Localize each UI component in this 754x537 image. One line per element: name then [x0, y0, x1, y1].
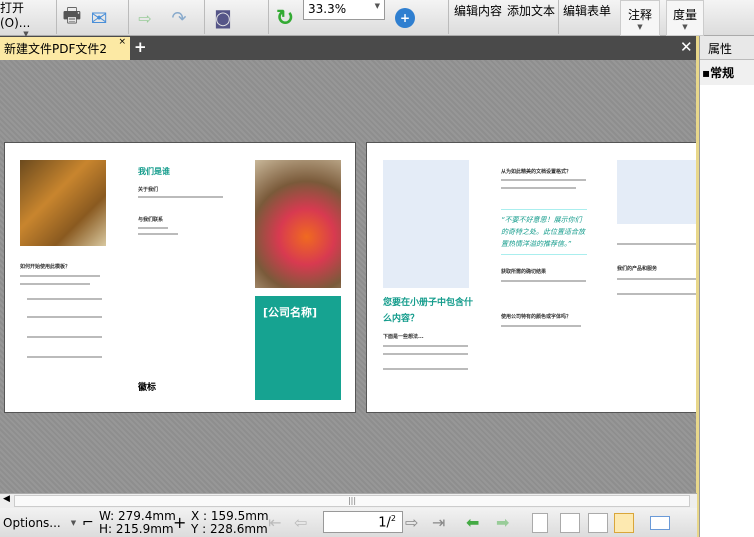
tab-document[interactable]: 新建文件PDF文件2 × [0, 37, 130, 60]
section-general[interactable]: ▪常规 [700, 60, 754, 85]
facing-icon[interactable] [588, 513, 608, 533]
testimonial-quote: “不要不好意思！展示你们的奇特之处。此位置适合放置热情洋溢的推荐信。” [501, 209, 587, 255]
rotate-icon[interactable]: ↻ [272, 0, 298, 36]
add-text-button[interactable]: 添加文本 [507, 0, 555, 20]
chevron-down-icon: ▼ [374, 2, 380, 10]
back-view-icon[interactable]: ⬅ [466, 513, 488, 532]
page-current: 1 [378, 515, 387, 531]
export-icon[interactable]: ⇨ [134, 0, 156, 36]
email-icon[interactable]: ✉ [86, 0, 112, 36]
horizontal-scrollbar[interactable]: ◀ ||| [0, 493, 697, 508]
new-tab-icon[interactable]: + [134, 38, 147, 56]
colors-heading: 使用公司特有的颜色或字体吗？ [501, 314, 572, 320]
how-heading: 如何开始使用此模板？ [20, 264, 71, 270]
open-button[interactable]: 打开(O)... ▼ [0, 0, 52, 38]
tab-bar: 新建文件PDF文件2 × + ✕ [0, 36, 700, 60]
open-label: 打开(O)... [0, 0, 31, 30]
pdf-page-2: 您要在小册子中包含什么内容？ 下面是一些想法... 从为如此精美的文档设置格式？… [366, 142, 697, 413]
ideas-heading: 下面是一些想法... [383, 334, 424, 340]
forward-view-icon[interactable]: ➡ [496, 513, 518, 532]
document-view[interactable]: 如何开始使用此模板？ 我们是谁 关于我们 与我们联系 徽标 [公司名称] 您要在… [0, 60, 697, 493]
single-page-icon[interactable] [532, 513, 548, 533]
chevron-down-icon: ▼ [637, 22, 643, 31]
company-block: [公司名称] [255, 296, 341, 400]
snapshot-icon[interactable]: ◙ [210, 0, 236, 36]
about-heading: 关于我们 [138, 187, 159, 193]
chevron-down-icon: ▼ [70, 518, 77, 527]
edit-content-button[interactable]: 编辑内容 [454, 0, 502, 20]
chevron-down-icon: ▼ [682, 22, 688, 31]
who-heading: 我们是谁 [138, 167, 170, 176]
page-input[interactable]: 1/2 [323, 511, 403, 533]
redo-icon[interactable]: ↷ [164, 0, 194, 36]
status-bar: Options... ▼ ⌐ W: 279.4mm H: 215.9mm + X :… [0, 508, 697, 537]
measure-button[interactable]: 度量 ▼ [666, 0, 704, 36]
format-heading: 从为如此精美的文档设置格式？ [501, 169, 572, 175]
pdf-page-1: 如何开始使用此模板？ 我们是谁 关于我们 与我们联系 徽标 [公司名称] [4, 142, 356, 413]
scroll-thumb[interactable]: ||| [14, 495, 690, 507]
toolbar: 打开(O)... ▼ 🖶 ✉ ⇨ ↷ ◙ ↻ 33.3% ▼ + 编辑内容 添加文本… [0, 0, 754, 38]
shop-photo [20, 160, 106, 246]
properties-panel: 属性 ▪常规 [699, 36, 754, 537]
zoom-in-icon: + [395, 8, 415, 28]
continuous-icon[interactable] [560, 513, 580, 533]
tab-close-icon[interactable]: × [118, 37, 126, 47]
scroll-left-icon[interactable]: ◀ [3, 494, 10, 504]
section-label: 常规 [710, 66, 735, 80]
next-page-icon[interactable]: ⇨ [405, 513, 427, 532]
last-page-icon[interactable]: ⇥ [432, 513, 454, 532]
content-heading: 您要在小册子中包含什么内容？ [383, 298, 474, 324]
annotate-button[interactable]: 注释 ▼ [620, 0, 660, 36]
results-heading: 获取所需的确切结果 [501, 269, 547, 275]
page-size: W: 279.4mm H: 215.9mm [99, 510, 176, 536]
zoom-value: 33.3% [308, 2, 347, 16]
print-icon[interactable]: 🖶 [60, 0, 84, 36]
page-total: 2 [390, 514, 396, 523]
height-value: H: 215.9mm [99, 522, 174, 536]
cursor-icon: + [173, 513, 187, 532]
annotate-label: 注释 [627, 7, 652, 22]
flowers-photo [255, 160, 341, 288]
first-page-icon[interactable]: ⇤ [268, 513, 290, 532]
company-name: [公司名称] [263, 306, 318, 319]
panel-title: 属性 [700, 36, 754, 60]
fullscreen-icon[interactable] [650, 516, 670, 530]
close-icon[interactable]: ✕ [680, 38, 693, 56]
edit-form-button[interactable]: 编辑表单 [563, 0, 611, 20]
image-placeholder [383, 160, 469, 288]
cursor-position: X : 159.5mm Y : 228.6mm [191, 510, 269, 536]
products-heading: 我们的产品和服务 [617, 266, 658, 272]
tab-label: 新建文件PDF文件2 [4, 42, 108, 56]
measure-label: 度量 [672, 7, 697, 22]
contact-heading: 与我们联系 [138, 217, 164, 223]
dimensions-icon: ⌐ [82, 514, 94, 531]
prev-page-icon[interactable]: ⇦ [294, 513, 316, 532]
options-button[interactable]: Options... ▼ [3, 508, 76, 537]
y-value: Y : 228.6mm [191, 522, 268, 536]
image-placeholder [617, 160, 697, 224]
logo-placeholder: 徽标 [138, 383, 157, 393]
options-label: Options... [3, 515, 61, 530]
facing-continuous-icon[interactable] [614, 513, 634, 533]
zoom-select[interactable]: 33.3% ▼ [303, 0, 385, 20]
zoom-in-button[interactable]: + [393, 0, 417, 36]
